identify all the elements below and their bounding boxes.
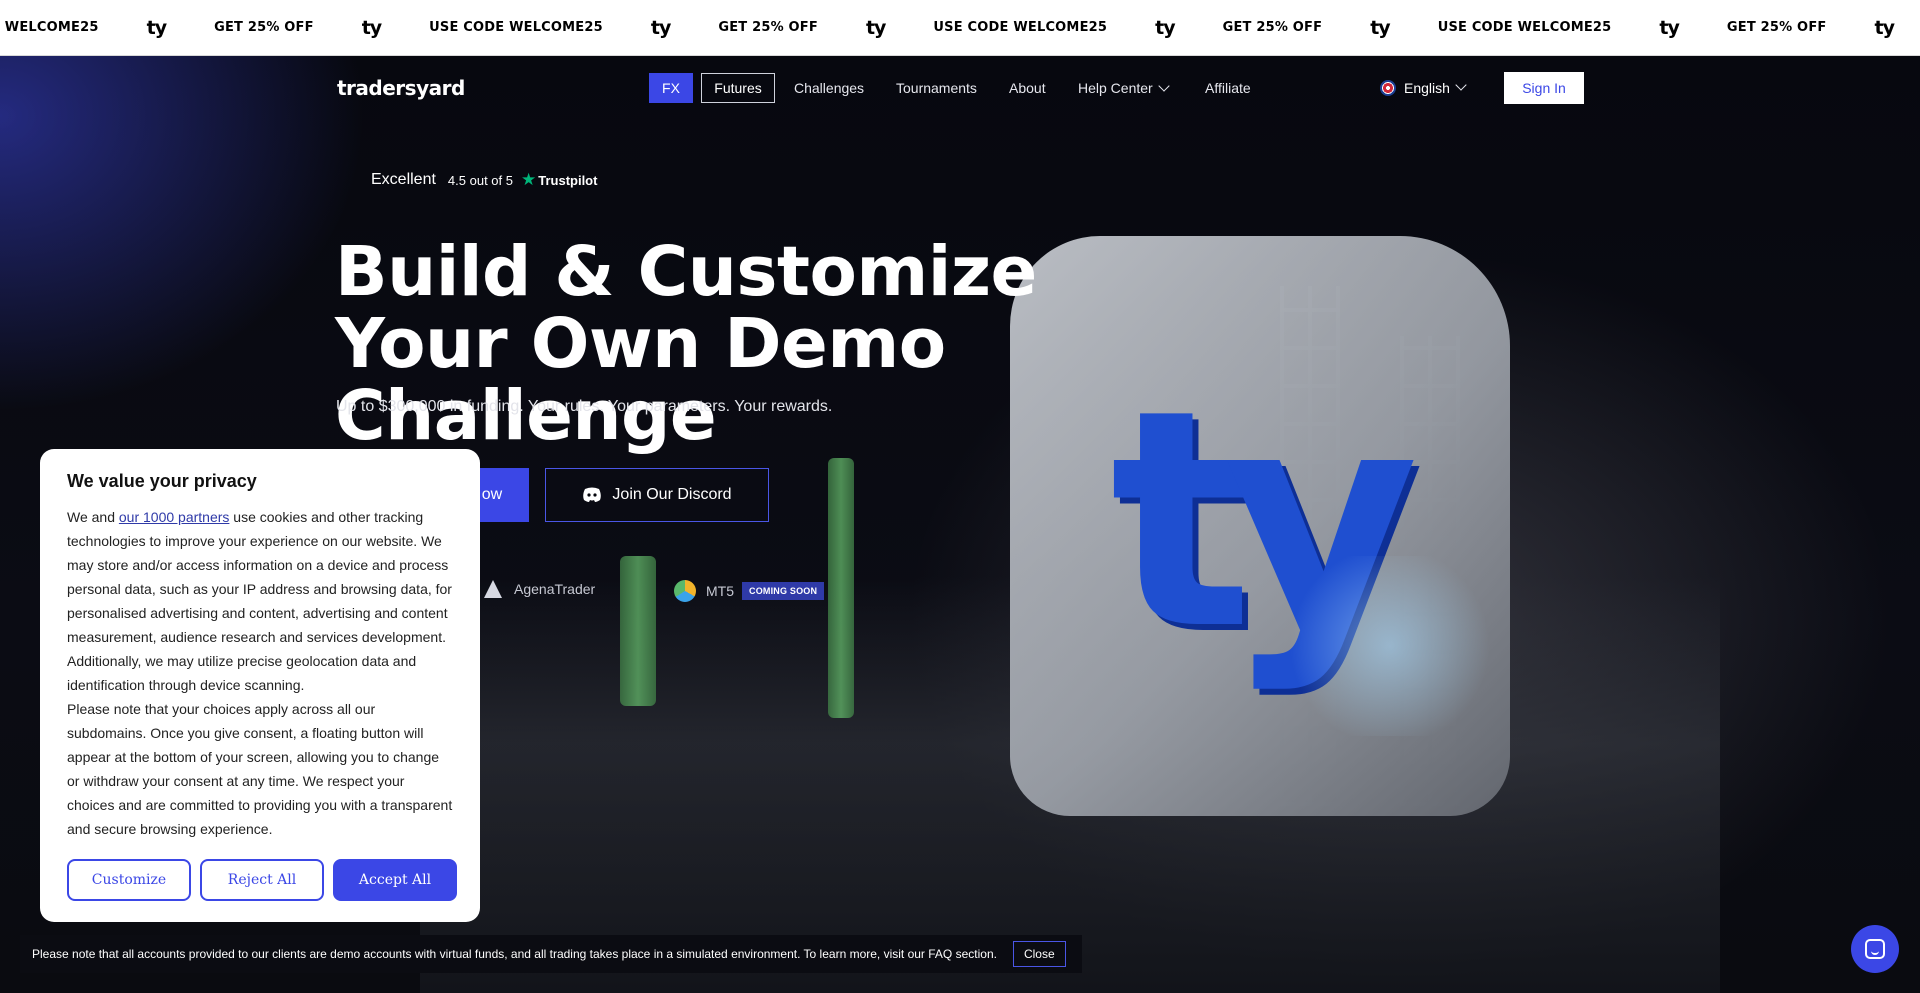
nav-help-center-dropdown[interactable]: Help Center	[1078, 80, 1170, 96]
chevron-down-icon	[1158, 80, 1170, 92]
platform-mt5-label: MT5	[706, 583, 734, 599]
hero-scene-glow	[1280, 556, 1500, 736]
ticker-text: USE CODE WELCOME25	[1437, 20, 1612, 35]
agenatrader-icon	[484, 580, 502, 598]
customize-button[interactable]: Customize	[67, 859, 191, 901]
chat-icon	[1865, 939, 1885, 959]
accept-all-button[interactable]: Accept All	[333, 859, 457, 901]
language-label: English	[1404, 80, 1450, 96]
nav-help-center-label: Help Center	[1078, 80, 1153, 96]
ticker-text: GET 25% OFF	[718, 20, 818, 35]
platform-mt5: MT5 COMING SOON	[674, 580, 825, 602]
trustpilot-brand: Trustpilot	[538, 172, 598, 188]
brand-logo[interactable]: tradersyard	[337, 76, 465, 100]
ticker-logo-icon: ty	[361, 16, 382, 39]
page-title-line1: Build & Customize	[335, 232, 1037, 312]
ticker-text: USE CODE WELCOME25	[429, 20, 603, 35]
nav-tournaments-link[interactable]: Tournaments	[896, 80, 977, 96]
cookie-text-before-link: We and	[67, 509, 119, 525]
ticker-item: USE CODE WELCOME25 ty	[429, 17, 718, 39]
platform-agenatrader: AgenaTrader	[484, 580, 595, 598]
nav-about-link[interactable]: About	[1009, 80, 1046, 96]
primary-cta-label: ow	[481, 486, 503, 503]
chat-launcher-button[interactable]	[1851, 925, 1899, 973]
ticker-item: GET 25% OFF ty	[1727, 17, 1920, 39]
ticker-text: USE CODE WELCOME25	[933, 20, 1108, 35]
page-title: Build & Customize Your Own Demo Challeng…	[335, 236, 1235, 452]
ticker-item: GET 25% OFF ty	[718, 17, 933, 39]
discord-icon	[583, 487, 602, 502]
sign-in-button[interactable]: Sign In	[1504, 72, 1584, 104]
cookie-text-second: Please note that your choices apply acro…	[67, 701, 453, 837]
join-discord-label: Join Our Discord	[612, 486, 732, 503]
ticker-text: GET 25% OFF	[214, 20, 314, 35]
platform-agenatrader-label: AgenaTrader	[514, 581, 596, 597]
partners-link[interactable]: our 1000 partners	[119, 509, 230, 525]
ticker-track: DE WELCOME25tyGET 25% OFFtyUSE CODE WELC…	[0, 0, 1920, 55]
cookie-text: We and our 1000 partners use cookies and…	[67, 505, 453, 697]
trustpilot-widget[interactable]: Excellent 4.5 out of 5 ★ Trustpilot	[371, 170, 597, 190]
cookie-consent-dialog: We value your privacy We and our 1000 pa…	[40, 449, 480, 922]
cookie-buttons: Customize Reject All Accept All	[67, 859, 457, 901]
ticker-logo-icon: ty	[1370, 16, 1390, 39]
uk-flag-icon	[1380, 80, 1396, 96]
trustpilot-score: 4.5 out of 5	[447, 172, 513, 188]
ticker-logo-icon: ty	[146, 16, 167, 39]
disclaimer-close-button[interactable]: Close	[1012, 941, 1066, 967]
ticker-item: DE WELCOME25 ty	[0, 17, 214, 39]
chevron-down-icon	[1455, 79, 1467, 91]
ticker-text: GET 25% OFF	[1726, 20, 1827, 35]
trustpilot-rating-word: Excellent	[371, 171, 436, 188]
reject-all-button[interactable]: Reject All	[200, 859, 324, 901]
cookie-title: We value your privacy	[67, 471, 257, 491]
ticker-logo-icon: ty	[1874, 16, 1894, 39]
language-selector[interactable]: English	[1380, 79, 1467, 96]
disclaimer-text: Please note that all accounts provided t…	[32, 947, 997, 961]
hero-scene-pipe	[620, 556, 656, 706]
nav-fx-button[interactable]: FX	[649, 73, 693, 103]
page-title-line2: Your Own Demo Challenge	[335, 304, 946, 456]
ticker-text: DE WELCOME25	[0, 20, 99, 35]
ticker-item: USE CODE WELCOME25 ty	[1438, 17, 1727, 39]
trustpilot-star-icon: ★	[520, 170, 537, 189]
ticker-logo-icon: ty	[1659, 16, 1679, 39]
ticker-item: GET 25% OFF ty	[214, 17, 429, 39]
hero-scene-pipe	[828, 458, 854, 718]
demo-disclaimer-bar: Please note that all accounts provided t…	[20, 935, 1082, 973]
nav-affiliate-link[interactable]: Affiliate	[1205, 80, 1251, 96]
coming-soon-badge: COMING SOON	[742, 582, 825, 600]
join-discord-button[interactable]: Join Our Discord	[545, 468, 769, 522]
ticker-logo-icon: ty	[865, 16, 886, 39]
ticker-text: GET 25% OFF	[1222, 20, 1323, 35]
ticker-item: GET 25% OFF ty	[1223, 17, 1438, 39]
promo-ticker: DE WELCOME25tyGET 25% OFFtyUSE CODE WELC…	[0, 0, 1920, 56]
ticker-logo-icon: ty	[1155, 16, 1175, 39]
page-subtitle: Up to $300,000 in funding. Your rules. Y…	[336, 398, 833, 415]
ticker-item: USE CODE WELCOME25 ty	[933, 17, 1222, 39]
nav-futures-button[interactable]: Futures	[701, 73, 775, 103]
ticker-logo-icon: ty	[650, 16, 671, 39]
cookie-text-after-link: use cookies and other tracking technolog…	[67, 509, 452, 693]
nav-challenges-link[interactable]: Challenges	[794, 80, 864, 96]
mt5-icon	[674, 580, 696, 602]
